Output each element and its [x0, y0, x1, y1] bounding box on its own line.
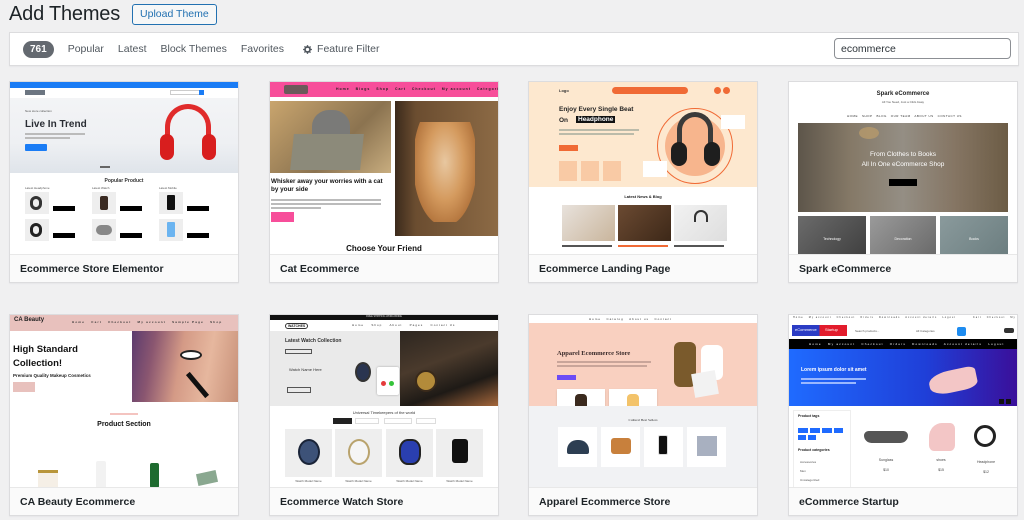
preview-top-bar: FREE SHIPPING WORLDWIDE [366, 315, 402, 318]
theme-card[interactable]: CA Beauty Home Cart Checkout My account … [9, 314, 239, 516]
preview-logo: eCommerce [795, 327, 817, 332]
gear-icon [303, 44, 312, 54]
preview-hero-title: Apparel Ecommerce Store [557, 350, 631, 357]
preview-hero-title: High Standard [13, 344, 78, 355]
theme-name: Cat Ecommerce [280, 262, 360, 275]
theme-search-input[interactable] [834, 38, 1011, 59]
preview-search: Search products... [855, 329, 880, 333]
preview-product-price: $15 [938, 468, 944, 472]
preview-hero-title: All In One eCommerce Shop [861, 161, 945, 168]
upload-theme-button[interactable]: Upload Theme [132, 3, 217, 25]
theme-card[interactable]: Home Catalog About us Contact Apparel Ec… [528, 314, 758, 516]
theme-name: Ecommerce Landing Page [539, 262, 671, 275]
preview-column: Latest Headphone [25, 186, 50, 190]
preview-sidebar-title: Product tags [798, 414, 820, 418]
preview-section-title: Latest News & Blog [624, 194, 662, 199]
preview-hero-title: Enjoy Every Single Beat [559, 106, 634, 113]
preview-product-name: Watch Model Name [345, 479, 372, 483]
feature-filter-label: Feature Filter [317, 43, 380, 55]
theme-filter-bar: 761 Popular Latest Block Themes Favorite… [9, 32, 1019, 66]
theme-name-bar: Ecommerce Watch Store [270, 487, 498, 515]
preview-section-title: Cultural Best Sellers [628, 418, 658, 422]
preview-column: Latest Watch [92, 186, 110, 190]
theme-card[interactable]: Home Blogs Shop Cart Checkout My account… [269, 81, 499, 283]
theme-count-badge: 761 [23, 40, 54, 58]
theme-name: CA Beauty Ecommerce [20, 495, 136, 508]
preview-tagline: All You Need, Just a Click Away [881, 100, 925, 104]
theme-name-bar: eCommerce Startup [789, 487, 1017, 515]
preview-hero-title: Collection! [13, 358, 63, 369]
theme-name: Apparel Ecommerce Store [539, 495, 671, 508]
preview-hero-title: Latest Watch Collection [285, 338, 342, 344]
theme-screenshot: Home My account Checkout Orders Download… [789, 315, 1017, 488]
theme-name-bar: Ecommerce Store Elementor [10, 254, 238, 282]
theme-name-bar: CA Beauty Ecommerce [10, 487, 238, 515]
theme-name-bar: Apparel Ecommerce Store [529, 487, 757, 515]
preview-product-name: Headphone [976, 460, 996, 464]
preview-sidebar-category: Accessories [800, 460, 817, 464]
theme-screenshot: Home Catalog About us Contact Apparel Ec… [529, 315, 757, 488]
preview-site-title: CA Beauty [14, 317, 45, 323]
preview-logo: WATCHES [285, 323, 309, 329]
theme-name-bar: Spark eCommerce [789, 254, 1017, 282]
theme-name: Ecommerce Store Elementor [20, 262, 164, 275]
preview-product-name: Watch Model Name [396, 479, 423, 483]
preview-category: Decoration [894, 237, 912, 241]
preview-sidebar-category: Men [800, 469, 806, 473]
page-title: Add Themes [9, 2, 121, 25]
feature-filter-button[interactable]: Feature Filter [302, 43, 379, 55]
preview-hero-title: On [559, 117, 569, 124]
preview-hero-subtitle: Premium Quality Makeup Cosmetics [13, 373, 91, 378]
theme-screenshot: Spark eCommerce All You Need, Just a Cli… [789, 82, 1017, 255]
theme-screenshot: CA Beauty Home Cart Checkout My account … [10, 315, 238, 488]
preview-hero-highlight: Headphone [576, 116, 616, 123]
theme-name-bar: Cat Ecommerce [270, 254, 498, 282]
preview-category: Technology [823, 237, 841, 241]
theme-card[interactable]: Logo Enjoy Every Single Beat On Headphon… [528, 81, 758, 283]
preview-site-title: Spark eCommerce [876, 91, 930, 97]
filter-block-themes[interactable]: Block Themes [161, 43, 227, 55]
preview-section-title: Product Section [97, 421, 151, 428]
theme-name-bar: Ecommerce Landing Page [529, 254, 757, 282]
theme-screenshot: FREE SHIPPING WORLDWIDE WATCHES Home Sho… [270, 315, 498, 488]
filter-popular[interactable]: Popular [68, 43, 104, 55]
theme-name: Ecommerce Watch Store [280, 495, 404, 508]
preview-column: Latest Mobile [159, 186, 177, 190]
preview-logo: Logo [559, 88, 569, 93]
preview-product-name: Watch Model Name [446, 479, 473, 483]
filter-latest[interactable]: Latest [118, 43, 147, 55]
preview-category: Books [969, 237, 979, 241]
theme-name: eCommerce Startup [799, 495, 899, 508]
theme-card[interactable]: FREE SHIPPING WORLDWIDE WATCHES Home Sho… [269, 314, 499, 516]
theme-screenshot: New store collection Live In Trend Popul… [10, 82, 238, 255]
preview-sidebar-category: Uncategorized [800, 478, 820, 482]
preview-hero-title: Live In Trend [25, 119, 87, 130]
theme-name: Spark eCommerce [799, 262, 892, 275]
preview-product-price: $10 [883, 468, 889, 472]
theme-card[interactable]: Home My account Checkout Orders Download… [788, 314, 1018, 516]
preview-featured-item: Watch Name Here [289, 367, 322, 372]
preview-section-title: Choose Your Friend [346, 244, 422, 253]
preview-section-title: Universal Timekeepers of the world [352, 410, 416, 415]
theme-card[interactable]: New store collection Live In Trend Popul… [9, 81, 239, 283]
theme-card[interactable]: Spark eCommerce All You Need, Just a Cli… [788, 81, 1018, 283]
theme-screenshot: Logo Enjoy Every Single Beat On Headphon… [529, 82, 757, 255]
preview-sidebar-title: Product categories [798, 448, 830, 452]
preview-section-title: Popular Product [104, 178, 144, 184]
preview-product-name: shoes [936, 458, 946, 462]
page-header: Add Themes Upload Theme [9, 3, 217, 25]
preview-hero-title: Lorem ipsum dolor sit amet [801, 367, 867, 373]
preview-hero-title: Whisker away your worries with a cat by … [271, 178, 383, 193]
preview-logo: Startup [825, 327, 838, 332]
filter-favorites[interactable]: Favorites [241, 43, 284, 55]
preview-hero-title: From Clothes to Books [869, 151, 937, 158]
preview-category-select: All Categories [916, 329, 935, 333]
preview-product-name: Sunglass [878, 458, 894, 462]
theme-screenshot: Home Blogs Shop Cart Checkout My account… [270, 82, 498, 255]
preview-product-price: $12 [983, 470, 989, 474]
preview-product-name: Watch Model Name [295, 479, 322, 483]
